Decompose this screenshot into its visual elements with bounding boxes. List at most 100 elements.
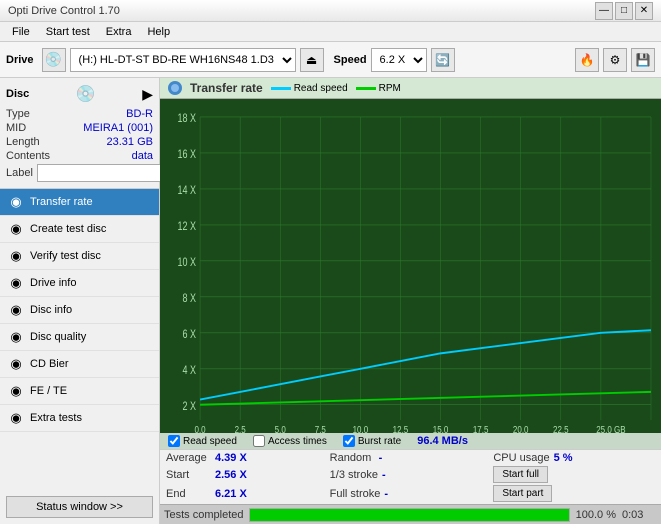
content-area: Transfer rate Read speed RPM [160, 78, 661, 524]
status-window-button[interactable]: Status window >> [6, 496, 153, 518]
stat-cpu-row: CPU usage 5 % [493, 452, 655, 464]
svg-text:5.0: 5.0 [275, 424, 286, 433]
disc-panel: Disc 💿 ▶ Type BD-R MID MEIRA1 (001) Leng… [0, 78, 159, 189]
settings-button[interactable]: ⚙ [603, 48, 627, 72]
nav-label-disc-info: Disc info [30, 304, 72, 316]
legend-read-color [271, 87, 291, 90]
sidebar-item-create-test-disc[interactable]: ◉ Create test disc [0, 216, 159, 243]
burst-rate-value: 96.4 MB/s [417, 435, 468, 447]
progress-percent: 100.0 % [576, 509, 616, 521]
svg-text:12 X: 12 X [178, 221, 197, 233]
svg-text:10 X: 10 X [178, 257, 197, 269]
legend-rpm-color [356, 87, 376, 90]
stat-random-label: Random [330, 452, 375, 464]
svg-text:18 X: 18 X [178, 113, 197, 125]
legend-read-label: Read speed [294, 83, 348, 94]
disc-contents-row: Contents data [6, 150, 153, 162]
checkbox-read-speed[interactable] [168, 435, 180, 447]
checkbox-burst-rate[interactable] [343, 435, 355, 447]
nav-label-transfer-rate: Transfer rate [30, 196, 93, 208]
svg-text:8 X: 8 X [183, 293, 197, 305]
label-label: Label [6, 167, 33, 179]
save-button[interactable]: 💾 [631, 48, 655, 72]
menu-help[interactable]: Help [139, 24, 178, 40]
nav-label-verify-test: Verify test disc [30, 250, 101, 262]
svg-text:4 X: 4 X [183, 365, 197, 377]
close-button[interactable]: ✕ [635, 2, 653, 20]
chart-container: 18 X 16 X 14 X 12 X 10 X 8 X 6 X 4 X 2 X… [160, 99, 661, 433]
stat-end-label: End [166, 488, 211, 500]
svg-text:22.5: 22.5 [553, 424, 569, 433]
mid-value: MEIRA1 (001) [83, 122, 153, 134]
refresh-button[interactable]: 🔄 [431, 48, 455, 72]
legend-check-burst-label: Burst rate [358, 436, 401, 447]
sidebar-item-verify-test-disc[interactable]: ◉ Verify test disc [0, 243, 159, 270]
status-text: Tests completed [164, 509, 243, 521]
title-bar: Opti Drive Control 1.70 — □ ✕ [0, 0, 661, 22]
sidebar-item-disc-info[interactable]: ◉ Disc info [0, 297, 159, 324]
minimize-button[interactable]: — [595, 2, 613, 20]
sidebar: Disc 💿 ▶ Type BD-R MID MEIRA1 (001) Leng… [0, 78, 160, 524]
svg-text:20.0: 20.0 [513, 424, 529, 433]
eject-button[interactable]: ⏏ [300, 48, 324, 72]
sidebar-item-fe-te[interactable]: ◉ FE / TE [0, 378, 159, 405]
start-part-button[interactable]: Start part [493, 485, 552, 502]
drive-icon: 💿 [42, 48, 66, 72]
stat-start-full-row: Start full [493, 466, 655, 483]
svg-text:17.5: 17.5 [473, 424, 489, 433]
length-label: Length [6, 136, 40, 148]
sidebar-item-cd-bier[interactable]: ◉ CD Bier [0, 351, 159, 378]
menu-file[interactable]: File [4, 24, 38, 40]
disc-mid-row: MID MEIRA1 (001) [6, 122, 153, 134]
sidebar-item-disc-quality[interactable]: ◉ Disc quality [0, 324, 159, 351]
checkbox-access-times[interactable] [253, 435, 265, 447]
stat-1-3-stroke-row: 1/3 stroke - [330, 466, 492, 483]
svg-text:25.0 GB: 25.0 GB [596, 424, 625, 433]
stats-bar: Average 4.39 X Random - CPU usage 5 % St… [160, 449, 661, 504]
sidebar-item-extra-tests[interactable]: ◉ Extra tests [0, 405, 159, 432]
stat-end-value: 6.21 X [215, 488, 255, 500]
stat-cpu-label: CPU usage [493, 452, 549, 464]
nav-label-drive-info: Drive info [30, 277, 76, 289]
chart-legend-bar: Read speed Access times Burst rate 96.4 … [160, 433, 661, 449]
type-label: Type [6, 108, 30, 120]
stat-start-value: 2.56 X [215, 469, 255, 481]
stat-cpu-value: 5 % [554, 452, 594, 464]
progress-bar-inner [250, 509, 568, 521]
svg-text:10.0: 10.0 [353, 424, 369, 433]
verify-test-icon: ◉ [8, 248, 24, 264]
stat-average-label: Average [166, 452, 211, 464]
speed-select[interactable]: 6.2 X MAX 4 X 2 X [371, 48, 427, 72]
menu-extra[interactable]: Extra [98, 24, 140, 40]
disc-label-row: Label 🔍 [6, 164, 153, 182]
stat-average-row: Average 4.39 X [166, 452, 328, 464]
burn-button[interactable]: 🔥 [575, 48, 599, 72]
cd-bier-icon: ◉ [8, 356, 24, 372]
disc-icon: 💿 [76, 84, 96, 104]
stat-average-value: 4.39 X [215, 452, 255, 464]
start-full-button[interactable]: Start full [493, 466, 548, 483]
svg-text:7.5: 7.5 [315, 424, 326, 433]
menu-bar: File Start test Extra Help [0, 22, 661, 42]
menu-start-test[interactable]: Start test [38, 24, 98, 40]
svg-text:14 X: 14 X [178, 185, 197, 197]
stat-full-stroke-label: Full stroke [330, 488, 381, 500]
stat-end-row: End 6.21 X [166, 485, 328, 502]
label-input[interactable] [37, 164, 171, 182]
progress-time: 0:03 [622, 509, 657, 521]
drive-select[interactable]: (H:) HL-DT-ST BD-RE WH16NS48 1.D3 [70, 48, 296, 72]
svg-text:2.5: 2.5 [235, 424, 246, 433]
legend-check-read-speed: Read speed [168, 435, 237, 447]
nav-label-create-test: Create test disc [30, 223, 106, 235]
toolbar: Drive 💿 (H:) HL-DT-ST BD-RE WH16NS48 1.D… [0, 42, 661, 78]
drive-info-icon: ◉ [8, 275, 24, 291]
mid-label: MID [6, 122, 26, 134]
legend-check-read-label: Read speed [183, 436, 237, 447]
sidebar-item-transfer-rate[interactable]: ◉ Transfer rate [0, 189, 159, 216]
chart-header: Transfer rate Read speed RPM [160, 78, 661, 99]
stat-1-3-stroke-value: - [382, 469, 422, 481]
sidebar-item-drive-info[interactable]: ◉ Drive info [0, 270, 159, 297]
disc-arrow-icon[interactable]: ▶ [142, 86, 153, 103]
transfer-rate-icon: ◉ [8, 194, 24, 210]
maximize-button[interactable]: □ [615, 2, 633, 20]
